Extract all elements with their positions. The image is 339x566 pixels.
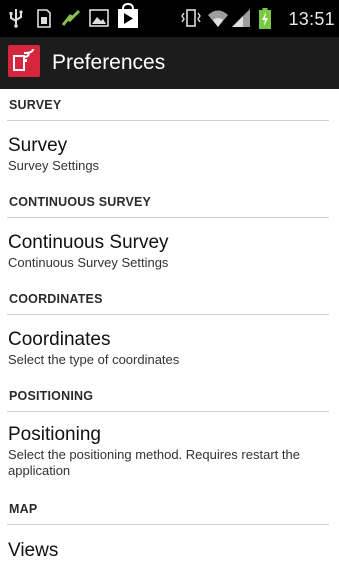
preference-summary: Continuous Survey Settings	[8, 255, 169, 270]
category-header-coordinates: COORDINATES	[0, 283, 339, 316]
preference-title: Survey	[8, 135, 68, 156]
preference-item-coordinates[interactable]: Coordinates Select the type of coordinat…	[0, 316, 339, 380]
battery-charging-icon	[258, 7, 272, 29]
preference-title: Coordinates	[8, 329, 111, 350]
divider	[7, 524, 329, 525]
page-title: Preferences	[52, 51, 166, 74]
category-header-map: MAP	[0, 493, 339, 526]
preference-title: Views	[8, 540, 59, 561]
usb-icon	[8, 7, 24, 29]
image-icon	[88, 7, 110, 29]
preferences-list: SURVEY Survey Survey Settings CONTINUOUS…	[0, 89, 339, 566]
play-store-icon	[117, 3, 139, 29]
divider	[7, 411, 329, 412]
cell-signal-icon	[230, 7, 252, 29]
sim-card-icon	[36, 7, 52, 29]
category-label: COORDINATES	[9, 292, 103, 306]
preference-item-positioning[interactable]: Positioning Select the positioning metho…	[0, 413, 339, 493]
divider	[7, 314, 329, 315]
preference-item-survey[interactable]: Survey Survey Settings	[0, 122, 339, 186]
preference-title: Positioning	[8, 424, 101, 445]
divider	[7, 120, 329, 121]
wifi-icon	[206, 7, 230, 29]
preference-item-views[interactable]: Views	[0, 526, 339, 566]
status-bar: 13:51	[0, 0, 339, 37]
divider	[7, 217, 329, 218]
preference-summary: Survey Settings	[8, 158, 100, 173]
preference-summary: Select the type of coordinates	[8, 352, 180, 367]
category-label: POSITIONING	[9, 389, 94, 403]
preference-item-continuous-survey[interactable]: Continuous Survey Continuous Survey Sett…	[0, 219, 339, 283]
preference-title: Continuous Survey	[8, 232, 169, 253]
status-time: 13:51	[288, 9, 335, 29]
vibrate-icon	[180, 7, 202, 29]
action-bar: Preferences	[0, 37, 339, 89]
category-label: SURVEY	[9, 98, 62, 112]
preference-summary: Select the positioning method. Requires …	[8, 447, 300, 478]
signal-booster-icon	[60, 7, 82, 29]
category-header-positioning: POSITIONING	[0, 380, 339, 413]
category-label: CONTINUOUS SURVEY	[9, 195, 152, 209]
app-logo-icon[interactable]	[8, 45, 40, 77]
category-header-survey: SURVEY	[0, 89, 339, 122]
category-header-continuous-survey: CONTINUOUS SURVEY	[0, 186, 339, 219]
category-label: MAP	[9, 502, 38, 516]
